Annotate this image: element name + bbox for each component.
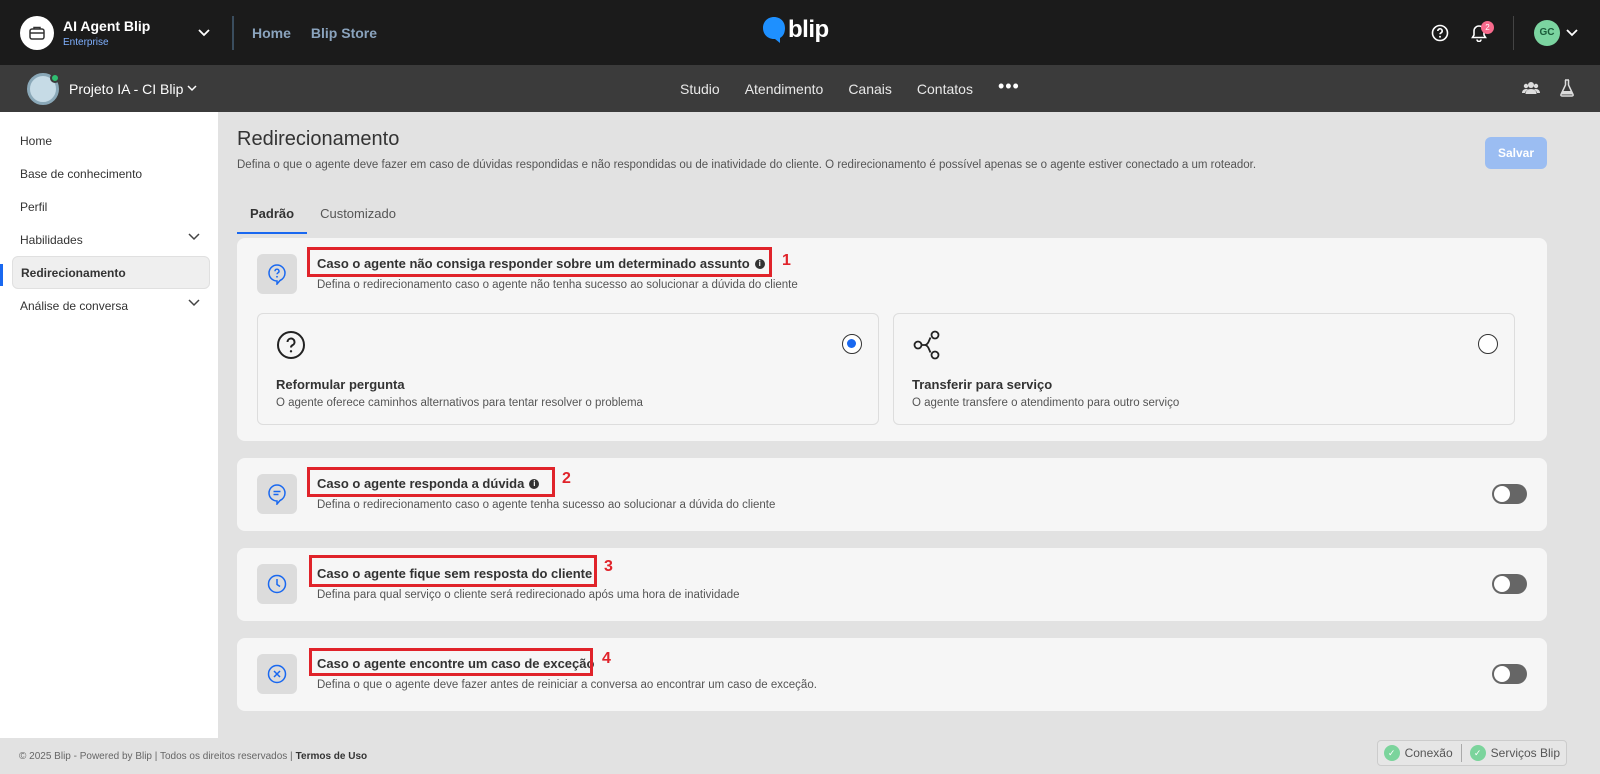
nav-studio[interactable]: Studio <box>680 81 720 97</box>
active-indicator <box>0 264 3 286</box>
toggle-knob <box>1494 486 1510 502</box>
card-description: Defina o que o agente deve fazer antes d… <box>317 679 817 691</box>
check-icon: ✓ <box>1469 745 1486 761</box>
page-title: Redirecionamento <box>237 128 400 150</box>
toggle-knob <box>1494 576 1510 592</box>
card-description: Defina para qual serviço o cliente será … <box>317 589 740 601</box>
radio-reformular-selected[interactable] <box>842 334 862 354</box>
brand-name: blip <box>788 16 829 43</box>
sidebar-item-habilidades[interactable]: Habilidades <box>12 223 210 256</box>
flow-branch-icon <box>912 330 942 360</box>
org-plan: Enterprise <box>63 36 109 48</box>
sidebar-item-label: Base de conhecimento <box>20 166 143 181</box>
option-description: O agente oferece caminhos alternativos p… <box>276 397 643 409</box>
option-reformular-pergunta[interactable]: Reformular pergunta O agente oferece cam… <box>257 313 879 425</box>
option-title: Reformular pergunta <box>276 377 405 392</box>
question-bubble-icon <box>257 254 297 294</box>
status-connection[interactable]: ✓ Conexão <box>1382 745 1455 761</box>
more-options-icon[interactable]: ••• <box>998 77 1020 95</box>
card-description: Defina o redirecionamento caso o agente … <box>317 499 776 511</box>
highlight-number: 1 <box>782 252 791 269</box>
card-description: Defina o redirecionamento caso o agente … <box>317 279 798 291</box>
flask-icon[interactable] <box>1560 79 1574 97</box>
divider <box>232 15 234 50</box>
tab-padrao[interactable]: Padrão <box>237 196 308 234</box>
copyright-text: © 2025 Blip - Powered by Blip | Todos os… <box>19 750 293 762</box>
blip-logo[interactable]: blip <box>762 16 829 44</box>
status-indicators: ✓ Conexão ✓ Serviços Blip <box>1376 740 1567 766</box>
highlight-box <box>307 467 555 497</box>
chevron-down-icon[interactable] <box>188 233 200 241</box>
highlight-box <box>309 648 593 676</box>
chevron-down-icon[interactable] <box>1566 28 1578 37</box>
sidebar-item-label: Perfil <box>20 199 48 214</box>
toggle-answered[interactable] <box>1492 484 1527 504</box>
status-label: Conexão <box>1404 746 1453 760</box>
org-name: AI Agent Blip <box>63 17 151 34</box>
page-description: Defina o que o agente deve fazer em caso… <box>237 159 1257 171</box>
project-switcher[interactable]: Projeto IA - CI Blip <box>27 72 197 105</box>
top-link-blip-store[interactable]: Blip Store <box>311 25 377 41</box>
option-title: Transferir para serviço <box>912 377 1053 392</box>
sidebar-item-perfil[interactable]: Perfil <box>12 190 210 223</box>
toggle-inactivity[interactable] <box>1492 574 1527 594</box>
divider <box>1460 744 1462 762</box>
tab-customizado[interactable]: Customizado <box>307 196 409 234</box>
close-circle-icon <box>257 654 297 694</box>
toggle-exception[interactable] <box>1492 664 1527 684</box>
option-transferir-para-servico[interactable]: Transferir para serviço O agente transfe… <box>893 313 1515 425</box>
redirect-card-answered: Caso o agente responda a dúvida i Defina… <box>237 458 1547 531</box>
radio-transferir[interactable] <box>1478 334 1498 354</box>
redirect-card-exception: Caso o agente encontre um caso de exceçã… <box>237 638 1547 711</box>
highlight-number: 3 <box>604 558 613 575</box>
sidebar-item-analise-de-conversa[interactable]: Análise de conversa <box>12 289 210 322</box>
footer: © 2025 Blip - Powered by Blip | Todos os… <box>0 738 1600 774</box>
sidebar: Home Base de conhecimento Perfil Habilid… <box>0 112 218 738</box>
top-bar: AI Agent Blip Enterprise Home Blip Store… <box>0 0 1600 65</box>
save-button[interactable]: Salvar <box>1485 137 1547 169</box>
project-name: Projeto IA - CI Blip <box>69 80 184 97</box>
terms-link[interactable]: Termos de Uso <box>296 751 368 762</box>
status-label: Serviços Blip <box>1490 746 1560 760</box>
sidebar-item-label: Home <box>20 133 53 148</box>
clock-icon <box>257 564 297 604</box>
project-bar: Projeto IA - CI Blip Studio Atendimento … <box>0 65 1600 112</box>
org-switcher[interactable]: AI Agent Blip Enterprise <box>20 15 210 50</box>
notification-badge: 2 <box>1481 20 1494 34</box>
tab-bar: Padrão Customizado <box>237 196 409 234</box>
nav-contatos[interactable]: Contatos <box>917 81 973 97</box>
notification-bell-icon[interactable]: 2 <box>1471 20 1494 42</box>
divider <box>1513 15 1514 50</box>
user-avatar[interactable]: GC <box>1534 19 1560 46</box>
sidebar-item-home[interactable]: Home <box>12 124 210 157</box>
chevron-down-icon[interactable] <box>187 85 197 92</box>
question-circle-icon <box>276 330 306 360</box>
redirect-card-unanswered: Caso o agente não consiga responder sobr… <box>237 238 1547 441</box>
sidebar-item-label: Análise de conversa <box>20 298 129 313</box>
nav-canais[interactable]: Canais <box>848 81 892 97</box>
status-blip-services[interactable]: ✓ Serviços Blip <box>1468 745 1562 761</box>
top-link-home[interactable]: Home <box>252 25 291 41</box>
highlight-box <box>309 555 597 587</box>
toggle-knob <box>1494 666 1510 682</box>
redirect-card-inactivity: Caso o agente fique sem resposta do clie… <box>237 548 1547 621</box>
chat-bubble-icon <box>257 474 297 514</box>
highlight-number: 4 <box>602 650 611 667</box>
highlight-box <box>307 247 772 277</box>
check-icon: ✓ <box>1383 745 1400 761</box>
briefcase-icon <box>20 15 54 50</box>
highlight-number: 2 <box>562 470 571 487</box>
online-status-dot <box>50 72 60 83</box>
project-avatar <box>27 72 60 105</box>
team-icon[interactable] <box>1522 80 1540 96</box>
help-icon[interactable] <box>1431 24 1449 42</box>
nav-atendimento[interactable]: Atendimento <box>745 81 824 97</box>
sidebar-item-redirecionamento[interactable]: Redirecionamento <box>12 256 210 289</box>
sidebar-item-label: Habilidades <box>20 232 83 247</box>
option-description: O agente transfere o atendimento para ou… <box>912 397 1180 409</box>
sidebar-item-label: Redirecionamento <box>21 265 126 280</box>
sidebar-item-base-de-conhecimento[interactable]: Base de conhecimento <box>12 157 210 190</box>
chevron-down-icon[interactable] <box>188 299 200 307</box>
chevron-down-icon[interactable] <box>198 28 210 37</box>
